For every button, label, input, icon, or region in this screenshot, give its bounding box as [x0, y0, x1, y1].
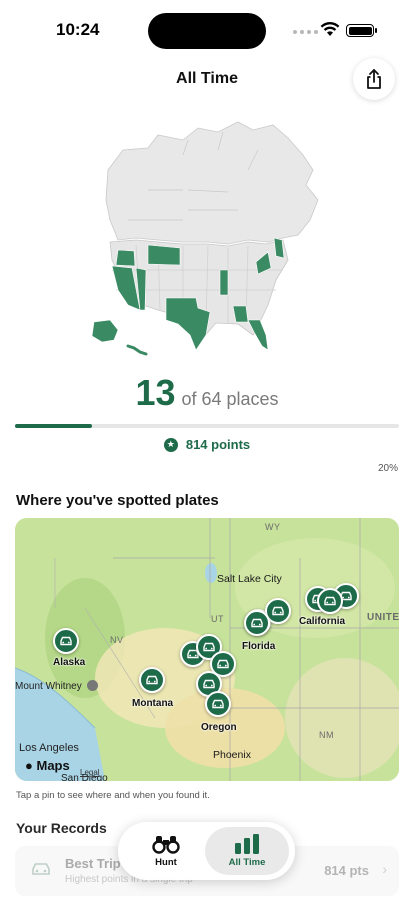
car-icon: [146, 675, 158, 685]
map-pin-florida[interactable]: [244, 610, 270, 636]
car-icon: [324, 596, 336, 606]
binoculars-icon: [152, 836, 180, 854]
battery-icon: [346, 24, 374, 37]
states-map: [91, 121, 319, 356]
status-bar: 10:24: [0, 0, 414, 56]
tab-hunt[interactable]: Hunt: [124, 827, 208, 875]
progress-bar: [15, 424, 399, 428]
car-icon: [217, 659, 229, 669]
places-count: 13 of 64 places: [0, 372, 414, 414]
car-icon: [32, 863, 50, 875]
cellular-signal-icon: [293, 30, 318, 34]
share-icon: [367, 69, 381, 89]
pin-label-california: California: [299, 616, 346, 627]
progress-fill: [15, 424, 92, 428]
star-icon: ★: [163, 437, 178, 452]
map-pin-oregon[interactable]: [205, 691, 231, 717]
apple-logo-icon: ●: [25, 758, 33, 773]
maps-attribution: ● Maps: [25, 758, 70, 773]
tab-all-time-label: All Time: [228, 857, 266, 868]
map-label-united: UNITE: [367, 612, 399, 623]
tab-all-time[interactable]: All Time: [205, 827, 289, 875]
record-title: Best Trip: [65, 856, 121, 871]
pin-label-florida: Florida: [242, 641, 276, 652]
tab-hunt-label: Hunt: [155, 857, 177, 868]
map-label-nv: NV: [110, 635, 124, 645]
car-icon: [60, 636, 72, 646]
record-value: 814 pts: [324, 863, 369, 878]
points-text: 814 points: [185, 437, 251, 452]
car-icon: [251, 618, 263, 628]
chevron-right-icon: ›: [382, 861, 387, 877]
points-summary: ★ 814 points: [0, 437, 414, 452]
tab-bar: Hunt All Time: [118, 822, 295, 880]
wifi-icon: [320, 22, 340, 36]
map-label-los-angeles: Los Angeles: [19, 742, 79, 754]
map-pin-california[interactable]: [317, 588, 343, 614]
status-time: 10:24: [56, 20, 100, 39]
spotted-heading: Where you've spotted plates: [16, 492, 219, 509]
places-count-number: 13: [135, 372, 176, 413]
dynamic-island: [148, 13, 266, 49]
map-label-nm: NM: [319, 730, 334, 740]
car-icon: [203, 679, 215, 689]
map-hint: Tap a pin to see where and when you foun…: [16, 790, 210, 801]
map-label-mount-whitney: Mount Whitney: [15, 681, 82, 692]
progress-percent: 20%: [377, 463, 398, 474]
car-icon: [272, 606, 284, 616]
records-heading: Your Records: [16, 820, 107, 836]
pin-label-alaska: Alaska: [53, 657, 86, 668]
pin-label-montana: Montana: [132, 698, 174, 709]
car-icon: [203, 642, 215, 652]
places-count-total: of 64 places: [181, 389, 279, 409]
pin-label-oregon: Oregon: [201, 722, 237, 733]
map-label-phoenix: Phoenix: [213, 749, 251, 761]
spotted-map[interactable]: WY Salt Lake City NV UT NM UNITE Mount W…: [15, 518, 399, 781]
mountain-icon: [87, 680, 98, 691]
page-title: All Time: [176, 70, 238, 87]
bar-chart-icon: [235, 834, 259, 854]
legal-link[interactable]: Legal: [80, 768, 100, 777]
map-pin-montana[interactable]: [139, 667, 165, 693]
map-label-ut: UT: [211, 614, 224, 624]
map-label-salt-lake-city: Salt Lake City: [217, 573, 282, 585]
car-icon: [212, 699, 224, 709]
map-label-wy: WY: [265, 522, 281, 532]
map-pin-alaska[interactable]: [53, 628, 79, 654]
share-button[interactable]: [353, 58, 395, 100]
